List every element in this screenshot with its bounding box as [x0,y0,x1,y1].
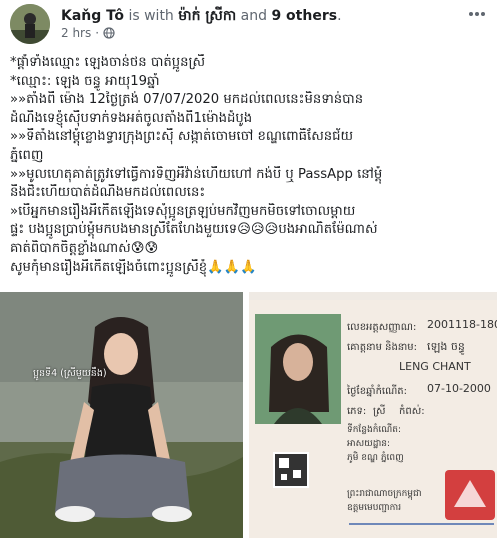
others-link[interactable]: 9 others [271,8,337,24]
globe-icon[interactable] [103,27,115,39]
post-text: *ផ្តាំទាំងឈ្មោះ ឡេងចាន់ថន បាត់ប្អូនស្រី … [10,54,490,277]
and-text: and [236,8,272,24]
author-line: Kaňg Tô is with ម៉ាក់ ស្រីកា and 9 other… [61,6,342,27]
dob-label: ថ្ងៃខែឆ្នាំកំណើត: [347,386,408,397]
text-line: ភ្នំពេញ [10,147,44,163]
latin-name: LENG CHANT [399,360,471,373]
text-line: ដំណឹងទេខ្ញុំស៊ើបទាក់ទងអត់ចូលតាំងពី1ម៉ោងដ… [10,110,253,126]
avatar[interactable] [10,4,50,44]
text-line: »បើអ្នកមានរឿងអីកើតឡើងទេសុំប្អូនត្រឡប់មកវ… [10,203,356,219]
id-number-value: 2001118-180 [427,318,497,331]
id-number-label: លេខអត្តសញ្ញាណ: [347,322,417,333]
text-line: »»ទីតាំងនៅម្តុំខ្លោងទ្វារក្រុងព្រះស៊ី សង… [10,129,354,145]
text-line: ផ្ទះ បងប្អូនប្រាប់ម្តុំមកបងមានស្រីតែហែងម… [10,222,378,238]
more-options-icon[interactable] [467,4,487,29]
address-line: ភូមិ ខណ្ឌ ភ្នំពេញ [347,453,404,463]
author-name[interactable]: Kaňg Tô [61,8,124,24]
text-line: »»មូលហេតុគាត់ត្រូវទៅធ្វើការទិញអីវ៉ាន់ហើយ… [10,166,383,182]
timestamp[interactable]: 2 hrs [61,26,91,40]
dob-value: 07-10-2000 [427,382,491,395]
is-with-text: is with [124,8,179,24]
text-line: *ឈ្មោះ: ឡេង ចន្ធូ អាយុ19ឆ្នាំ [10,73,160,89]
sex-value: ស្រី [373,406,386,417]
text-line: គាត់ពិបាកចិត្តខ្លាំងណាស់😰😰 [10,240,159,256]
separator: · [95,26,100,40]
name-value: ឡេង ចន្ធូ [427,340,465,353]
text-line: នឹងជិះហើយបាត់ដំណឹងមកដល់ពេលនេះ [10,185,206,201]
post-header: Kaňg Tô is with ម៉ាក់ ស្រីកា and 9 other… [0,0,497,46]
avatar-image [10,4,50,44]
photo-id-card[interactable]: លេខអត្តសញ្ញាណ: 2001118-180 គោត្តនាម និងន… [249,292,497,538]
photo-girl-sitting[interactable]: ប្អូនទី4 (ស្រីមួយនឹង) [0,292,243,538]
footer-line: ព្រះរាជាណាចក្រកម្ពុជា [347,489,422,499]
name-label: គោត្តនាម និងនាម: [347,342,418,353]
address-line: អាសយដ្ឋាន: [347,439,391,449]
photo-grid: ប្អូនទី4 (ស្រីមួយនឹង) លេខអត្តសញ្ញាណ: 200… [0,292,497,538]
text-line: »»តាំងពី ម៉ោង 12ថ្ងៃត្រង់ 07/07/2020 មកដ… [10,92,364,108]
sex-label: ភេទ: [347,406,367,417]
photo-caption: ប្អូនទី4 (ស្រីមួយនឹង) [33,368,107,379]
end-text: . [337,8,342,24]
footer-line: ឧត្តមមេបញ្ជាការ [347,503,402,513]
address-line: ទីកន្លែងកំណើត: [347,425,402,435]
post-meta: 2 hrs · [61,26,115,40]
text-line: សូមកុំមានរឿងអីកើតឡើងចំពោះប្អូនស្រីខ្ញុំ🙏… [10,259,257,275]
height-label: កំពស់: [399,406,425,417]
text-line: *ផ្តាំទាំងឈ្មោះ ឡេងចាន់ថន បាត់ប្អូនស្រី [10,55,206,70]
tagged-name[interactable]: ម៉ាក់ ស្រីកា [178,8,236,24]
